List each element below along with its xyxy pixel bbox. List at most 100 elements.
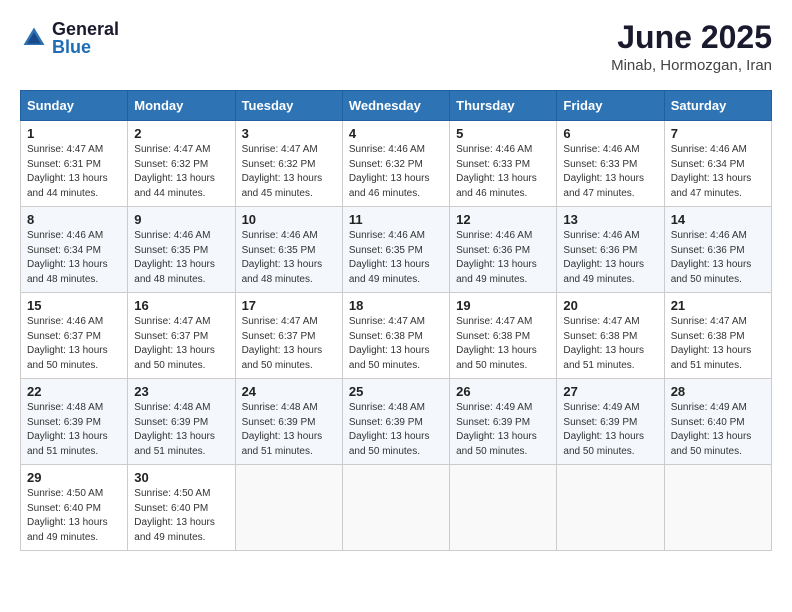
calendar-day-cell: 5Sunrise: 4:46 AMSunset: 6:33 PMDaylight… (450, 121, 557, 207)
day-number: 13 (563, 212, 657, 227)
day-number: 9 (134, 212, 228, 227)
day-info: Sunrise: 4:46 AMSunset: 6:33 PMDaylight:… (456, 143, 550, 201)
day-info: Sunrise: 4:48 AMSunset: 6:39 PMDaylight:… (134, 401, 228, 459)
day-number: 29 (27, 470, 121, 485)
calendar-day-cell (450, 465, 557, 551)
day-info: Sunrise: 4:47 AMSunset: 6:32 PMDaylight:… (242, 143, 336, 201)
day-info: Sunrise: 4:50 AMSunset: 6:40 PMDaylight:… (27, 487, 121, 545)
calendar-day-cell (557, 465, 664, 551)
day-number: 23 (134, 384, 228, 399)
day-info: Sunrise: 4:46 AMSunset: 6:34 PMDaylight:… (27, 229, 121, 287)
day-number: 11 (349, 212, 443, 227)
calendar-day-cell: 30 Sunrise: 4:50 AMSunset: 6:40 PMDayligh… (128, 465, 235, 551)
calendar-day-cell: 11 Sunrise: 4:46 AMSunset: 6:35 PMDayligh… (342, 207, 449, 293)
day-number: 20 (563, 298, 657, 313)
day-info: Sunrise: 4:47 AMSunset: 6:38 PMDaylight:… (671, 315, 765, 373)
calendar-day-cell: 27 Sunrise: 4:49 AMSunset: 6:39 PMDayligh… (557, 379, 664, 465)
day-number: 24 (242, 384, 336, 399)
logo-icon (20, 24, 48, 52)
day-number: 2 (134, 126, 228, 141)
calendar-day-cell: 6 Sunrise: 4:46 AMSunset: 6:33 PMDaylight… (557, 121, 664, 207)
calendar-day-cell: 3 Sunrise: 4:47 AMSunset: 6:32 PMDaylight… (235, 121, 342, 207)
day-of-week-header: Saturday (664, 91, 771, 121)
calendar-day-cell: 18 Sunrise: 4:47 AMSunset: 6:38 PMDayligh… (342, 293, 449, 379)
calendar-day-cell: 19 Sunrise: 4:47 AMSunset: 6:38 PMDayligh… (450, 293, 557, 379)
calendar-title: June 2025 (611, 20, 772, 55)
day-of-week-header: Tuesday (235, 91, 342, 121)
day-info: Sunrise: 4:49 AMSunset: 6:40 PMDaylight:… (671, 401, 765, 459)
day-info: Sunrise: 4:46 AMSunset: 6:36 PMDaylight:… (671, 229, 765, 287)
day-info: Sunrise: 4:46 AMSunset: 6:35 PMDaylight:… (349, 229, 443, 287)
day-number: 27 (563, 384, 657, 399)
day-info: Sunrise: 4:47 AMSunset: 6:38 PMDaylight:… (456, 315, 550, 373)
day-number: 1 (27, 126, 121, 141)
day-info: Sunrise: 4:49 AMSunset: 6:39 PMDaylight:… (456, 401, 550, 459)
calendar-week-row: 15 Sunrise: 4:46 AMSunset: 6:37 PMDayligh… (21, 293, 772, 379)
day-number: 22 (27, 384, 121, 399)
day-info: Sunrise: 4:46 AMSunset: 6:37 PMDaylight:… (27, 315, 121, 373)
calendar-day-cell: 22 Sunrise: 4:48 AMSunset: 6:39 PMDayligh… (21, 379, 128, 465)
logo-blue: Blue (52, 38, 119, 56)
calendar-day-cell: 24 Sunrise: 4:48 AMSunset: 6:39 PMDayligh… (235, 379, 342, 465)
calendar-day-cell (235, 465, 342, 551)
calendar-week-row: 29 Sunrise: 4:50 AMSunset: 6:40 PMDayligh… (21, 465, 772, 551)
logo: General Blue (20, 20, 119, 56)
day-info: Sunrise: 4:47 AMSunset: 6:37 PMDaylight:… (242, 315, 336, 373)
calendar-day-cell: 9Sunrise: 4:46 AMSunset: 6:35 PMDaylight… (128, 207, 235, 293)
calendar-day-cell: 23 Sunrise: 4:48 AMSunset: 6:39 PMDayligh… (128, 379, 235, 465)
calendar-day-cell: 26 Sunrise: 4:49 AMSunset: 6:39 PMDayligh… (450, 379, 557, 465)
day-of-week-header: Wednesday (342, 91, 449, 121)
calendar-week-row: 1 Sunrise: 4:47 AMSunset: 6:31 PMDaylight… (21, 121, 772, 207)
day-number: 7 (671, 126, 765, 141)
calendar-table: SundayMondayTuesdayWednesdayThursdayFrid… (20, 90, 772, 551)
calendar-subtitle: Minab, Hormozgan, Iran (611, 57, 772, 74)
day-info: Sunrise: 4:47 AMSunset: 6:37 PMDaylight:… (134, 315, 228, 373)
day-number: 10 (242, 212, 336, 227)
day-of-week-header: Sunday (21, 91, 128, 121)
title-block: June 2025 Minab, Hormozgan, Iran (611, 20, 772, 74)
day-number: 26 (456, 384, 550, 399)
day-number: 30 (134, 470, 228, 485)
day-number: 25 (349, 384, 443, 399)
day-number: 28 (671, 384, 765, 399)
page-header: General Blue June 2025 Minab, Hormozgan,… (20, 20, 772, 74)
day-number: 15 (27, 298, 121, 313)
calendar-day-cell: 25Sunrise: 4:48 AMSunset: 6:39 PMDayligh… (342, 379, 449, 465)
day-info: Sunrise: 4:46 AMSunset: 6:35 PMDaylight:… (242, 229, 336, 287)
calendar-week-row: 8 Sunrise: 4:46 AMSunset: 6:34 PMDaylight… (21, 207, 772, 293)
day-number: 18 (349, 298, 443, 313)
calendar-day-cell: 10 Sunrise: 4:46 AMSunset: 6:35 PMDayligh… (235, 207, 342, 293)
day-number: 8 (27, 212, 121, 227)
day-of-week-header: Thursday (450, 91, 557, 121)
day-number: 21 (671, 298, 765, 313)
day-number: 19 (456, 298, 550, 313)
calendar-day-cell: 4Sunrise: 4:46 AMSunset: 6:32 PMDaylight… (342, 121, 449, 207)
day-number: 16 (134, 298, 228, 313)
day-info: Sunrise: 4:48 AMSunset: 6:39 PMDaylight:… (242, 401, 336, 459)
day-info: Sunrise: 4:47 AMSunset: 6:38 PMDaylight:… (349, 315, 443, 373)
day-number: 6 (563, 126, 657, 141)
calendar-day-cell: 28 Sunrise: 4:49 AMSunset: 6:40 PMDayligh… (664, 379, 771, 465)
calendar-day-cell: 1 Sunrise: 4:47 AMSunset: 6:31 PMDaylight… (21, 121, 128, 207)
calendar-header-row: SundayMondayTuesdayWednesdayThursdayFrid… (21, 91, 772, 121)
day-info: Sunrise: 4:49 AMSunset: 6:39 PMDaylight:… (563, 401, 657, 459)
calendar-day-cell: 8 Sunrise: 4:46 AMSunset: 6:34 PMDaylight… (21, 207, 128, 293)
day-info: Sunrise: 4:50 AMSunset: 6:40 PMDaylight:… (134, 487, 228, 545)
calendar-day-cell: 29 Sunrise: 4:50 AMSunset: 6:40 PMDayligh… (21, 465, 128, 551)
day-info: Sunrise: 4:46 AMSunset: 6:32 PMDaylight:… (349, 143, 443, 201)
calendar-week-row: 22 Sunrise: 4:48 AMSunset: 6:39 PMDayligh… (21, 379, 772, 465)
day-info: Sunrise: 4:47 AMSunset: 6:31 PMDaylight:… (27, 143, 121, 201)
day-info: Sunrise: 4:46 AMSunset: 6:33 PMDaylight:… (563, 143, 657, 201)
logo-general: General (52, 20, 119, 38)
calendar-day-cell: 12Sunrise: 4:46 AMSunset: 6:36 PMDayligh… (450, 207, 557, 293)
day-number: 14 (671, 212, 765, 227)
day-info: Sunrise: 4:48 AMSunset: 6:39 PMDaylight:… (27, 401, 121, 459)
calendar-day-cell: 13 Sunrise: 4:46 AMSunset: 6:36 PMDayligh… (557, 207, 664, 293)
day-of-week-header: Monday (128, 91, 235, 121)
calendar-day-cell: 20 Sunrise: 4:47 AMSunset: 6:38 PMDayligh… (557, 293, 664, 379)
day-info: Sunrise: 4:47 AMSunset: 6:38 PMDaylight:… (563, 315, 657, 373)
day-info: Sunrise: 4:46 AMSunset: 6:36 PMDaylight:… (563, 229, 657, 287)
day-info: Sunrise: 4:46 AMSunset: 6:36 PMDaylight:… (456, 229, 550, 287)
day-number: 3 (242, 126, 336, 141)
calendar-day-cell: 7Sunrise: 4:46 AMSunset: 6:34 PMDaylight… (664, 121, 771, 207)
